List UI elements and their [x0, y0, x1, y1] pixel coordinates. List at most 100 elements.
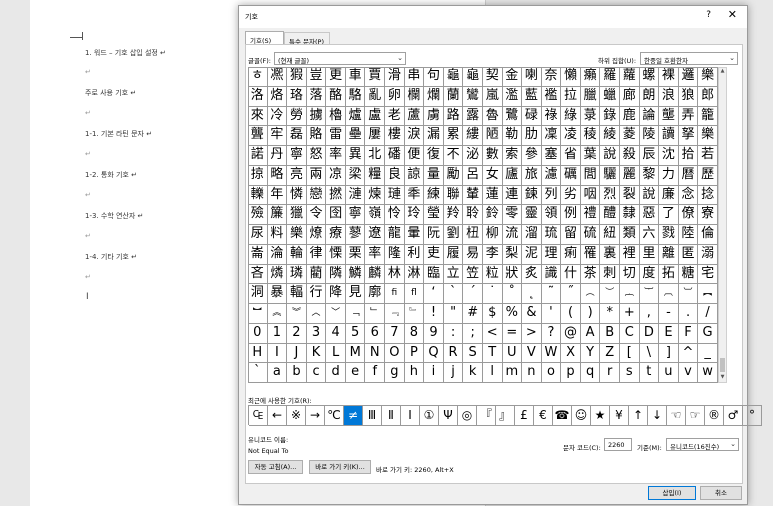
symbol-cell[interactable]: 辰 — [639, 146, 660, 166]
symbol-cell[interactable]: 鈴 — [482, 205, 503, 225]
recent-symbols-row[interactable]: ₠ ← ※ → ℃ ≠ Ⅲ Ⅱ Ⅰ ① Ψ ◎ 『』 £ € ☎ ☺ ★ ¥ ↑ ↓ ☜ ☞ ® ♂ ° — [248, 405, 762, 426]
symbol-cell[interactable]: j — [443, 363, 464, 383]
symbol-cell[interactable]: 蘿 — [619, 67, 640, 87]
symbol-cell[interactable]: ︿ — [306, 304, 327, 324]
symbol-cell[interactable]: 襤 — [541, 86, 562, 107]
symbol-cell[interactable]: 磻 — [385, 146, 405, 166]
symbol-cell[interactable]: 梨 — [502, 244, 523, 265]
symbol-cell[interactable]: 讀 — [659, 126, 679, 146]
symbol-cell[interactable]: ʻ — [424, 284, 444, 304]
symbol-cell[interactable]: p — [561, 363, 581, 383]
symbol-cell[interactable]: 鸞 — [463, 86, 483, 107]
symbol-cell[interactable]: \ — [639, 343, 660, 364]
symbol-cell[interactable]: c — [306, 363, 327, 383]
symbol-cell[interactable]: 林 — [385, 264, 405, 285]
symbol-cell[interactable]: F — [678, 323, 699, 344]
autocorrect-button[interactable]: 자동 고침(A)... — [248, 460, 303, 474]
symbol-cell[interactable]: 肋 — [522, 126, 542, 146]
symbol-grid-scrollbar[interactable]: ▲ ▼ — [718, 67, 727, 383]
symbol-cell[interactable]: 臘 — [580, 86, 601, 107]
symbol-cell[interactable]: 令 — [306, 205, 327, 225]
symbol-cell[interactable]: = — [502, 323, 523, 344]
symbol-cell[interactable]: ( — [561, 304, 581, 324]
symbol-cell[interactable]: 六 — [639, 225, 660, 245]
symbol-cell[interactable]: 廉 — [659, 185, 679, 206]
symbol-cell[interactable]: U — [502, 343, 523, 364]
symbol-cell[interactable]: 流 — [502, 225, 523, 245]
symbol-cell[interactable]: / — [698, 304, 718, 324]
symbol-cell[interactable]: n — [522, 363, 542, 383]
symbol-cell[interactable]: 理 — [541, 244, 562, 265]
symbol-cell[interactable]: 掠 — [248, 165, 268, 186]
insert-button[interactable]: 삽입(I) — [648, 486, 696, 500]
symbol-cell[interactable]: ﹀ — [326, 304, 346, 324]
symbol-cell[interactable]: 賂 — [306, 126, 327, 146]
symbol-cell[interactable]: 串 — [404, 67, 425, 87]
symbol-cell[interactable]: 僚 — [678, 205, 699, 225]
symbol-cell[interactable]: 陸 — [678, 225, 699, 245]
symbol-cell[interactable]: L — [326, 343, 346, 364]
symbol-cell[interactable]: 落 — [306, 86, 327, 107]
symbol-cell[interactable]: 溜 — [522, 225, 542, 245]
symbol-cell[interactable]: 6 — [365, 323, 386, 344]
symbol-cell[interactable]: & — [522, 304, 542, 324]
symbol-cell[interactable]: 稜 — [580, 126, 601, 146]
recent-symbol-cell[interactable]: ★ — [591, 406, 610, 426]
symbol-cell[interactable]: 裡 — [619, 244, 640, 265]
recent-symbol-cell[interactable]: → — [306, 406, 325, 426]
recent-symbol-cell[interactable]: ↑ — [629, 406, 648, 426]
symbol-cell[interactable]: 鷺 — [502, 106, 523, 127]
symbol-cell[interactable]: ˙ — [482, 284, 503, 304]
symbol-cell[interactable]: [ — [619, 343, 640, 364]
symbol-cell[interactable]: ; — [463, 323, 483, 344]
symbol-cell[interactable]: q — [580, 363, 601, 383]
symbol-cell[interactable]: 曆 — [678, 165, 699, 186]
symbol-cell[interactable]: o — [541, 363, 562, 383]
symbol-cell[interactable]: 論 — [639, 106, 660, 127]
symbol-cell[interactable]: 陵 — [639, 126, 660, 146]
symbol-cell[interactable]: 省 — [561, 146, 581, 166]
symbol-cell[interactable]: ㅎ — [248, 67, 268, 87]
symbol-cell[interactable]: 樓 — [385, 126, 405, 146]
symbol-cell[interactable]: f — [365, 363, 386, 383]
symbol-cell[interactable]: 復 — [424, 146, 444, 166]
symbol-cell[interactable]: 麟 — [365, 264, 386, 285]
symbol-cell[interactable]: 拉 — [561, 86, 581, 107]
symbol-cell[interactable]: m — [502, 363, 523, 383]
symbol-cell[interactable]: 累 — [443, 126, 464, 146]
symbol-cell[interactable]: K — [306, 343, 327, 364]
symbol-cell[interactable]: 憐 — [287, 185, 307, 206]
symbol-cell[interactable]: % — [502, 304, 523, 324]
symbol-cell[interactable]: 郎 — [698, 86, 718, 107]
symbol-cell[interactable]: 罹 — [580, 244, 601, 265]
symbol-cell[interactable]: # — [463, 304, 483, 324]
symbol-cell[interactable]: 廬 — [502, 165, 523, 186]
symbol-cell[interactable]: 遼 — [365, 225, 386, 245]
symbol-cell[interactable]: " — [443, 304, 464, 324]
symbol-cell[interactable]: 7 — [385, 323, 405, 344]
symbol-cell[interactable]: I — [267, 343, 288, 364]
symbol-cell[interactable]: 離 — [659, 244, 679, 265]
symbol-cell[interactable]: ︸ — [639, 284, 660, 304]
symbol-cell[interactable]: 9 — [424, 323, 444, 344]
symbol-cell[interactable]: 不 — [443, 146, 464, 166]
symbol-cell[interactable]: 諒 — [404, 165, 425, 186]
symbol-cell[interactable]: 羅 — [600, 67, 620, 87]
symbol-cell[interactable]: 行 — [306, 284, 327, 304]
symbol-cell[interactable]: 老 — [385, 106, 405, 127]
symbol-cell[interactable]: ﹃ — [385, 304, 405, 324]
scroll-up-icon[interactable]: ▲ — [719, 68, 726, 76]
recent-symbol-cell[interactable]: Ⅲ — [363, 406, 382, 426]
symbol-cell[interactable]: fi — [385, 284, 405, 304]
symbol-cell[interactable]: T — [482, 343, 503, 364]
symbol-cell[interactable]: 3 — [306, 323, 327, 344]
symbol-cell[interactable]: ︹ — [659, 284, 679, 304]
symbol-cell[interactable]: 泥 — [522, 244, 542, 265]
symbol-cell[interactable]: l — [482, 363, 503, 383]
symbol-cell[interactable]: 洛 — [248, 86, 268, 107]
symbol-cell[interactable]: 數 — [482, 146, 503, 166]
symbol-cell[interactable]: 燎 — [306, 225, 327, 245]
symbol-cell[interactable]: 隆 — [385, 244, 405, 265]
symbol-cell[interactable]: 浪 — [659, 86, 679, 107]
recent-symbol-cell[interactable]: 』 — [496, 406, 515, 426]
